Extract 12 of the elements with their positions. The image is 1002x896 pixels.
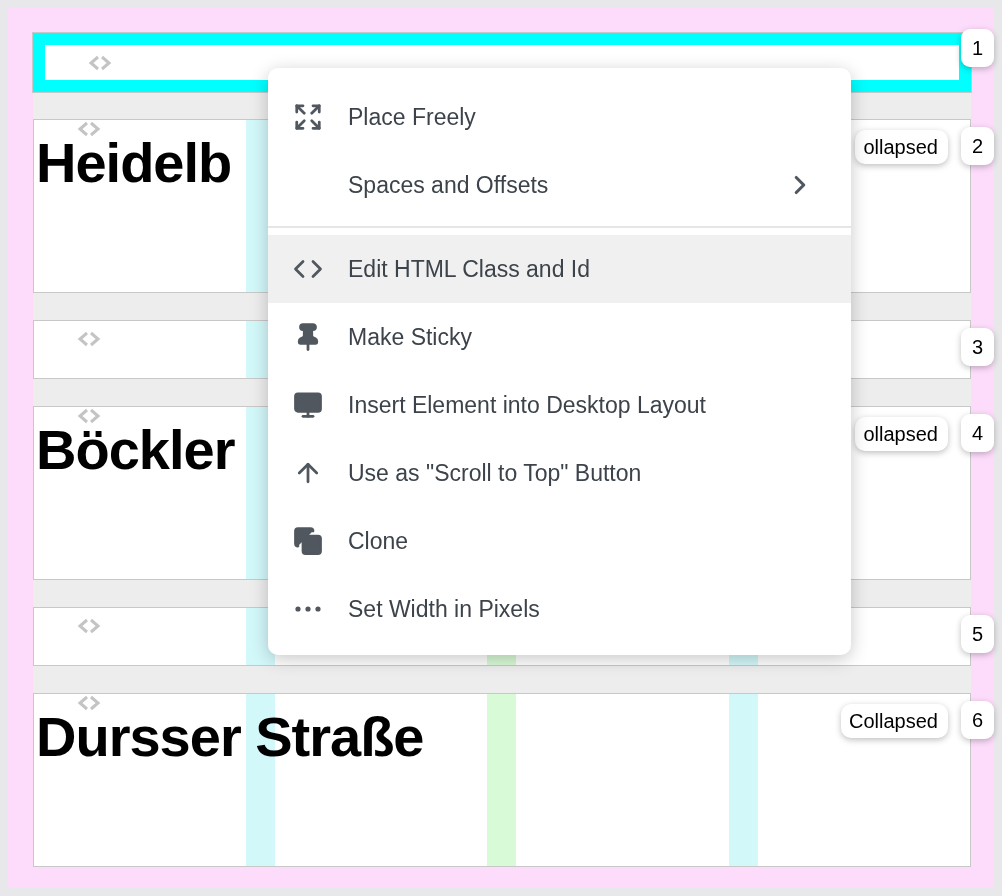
collapsed-badge: Collapsed (841, 704, 948, 738)
section-heading: Böckler (36, 425, 235, 475)
row-number: 6 (961, 701, 994, 739)
row-number: 4 (961, 414, 994, 452)
row-number: 2 (961, 127, 994, 165)
row-number: 5 (961, 615, 994, 653)
row-number: 3 (961, 328, 994, 366)
section-heading: Dursser Straße (36, 712, 424, 762)
collapsed-badge: ollapsed (855, 417, 948, 451)
row-number: 1 (961, 29, 994, 67)
collapsed-badge: ollapsed (855, 130, 948, 164)
section-heading: Heidelb (36, 138, 232, 188)
